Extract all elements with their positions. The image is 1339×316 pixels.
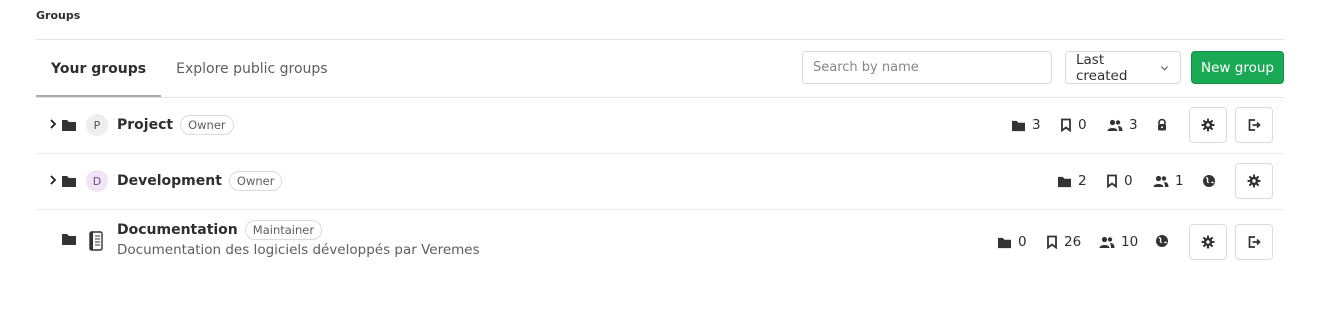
subgroups-count: 2 — [1057, 173, 1087, 189]
group-settings-button[interactable] — [1189, 224, 1227, 260]
leave-icon — [1248, 119, 1261, 131]
group-row-development[interactable]: D Development Owner 2 0 1 — [36, 154, 1284, 210]
folder-icon — [62, 234, 76, 245]
avatar[interactable]: D — [86, 170, 108, 192]
members-count: 1 — [1153, 173, 1184, 189]
folder-icon — [998, 237, 1011, 248]
leave-group-button[interactable] — [1235, 107, 1273, 143]
group-row-documentation[interactable]: Documentation Maintainer Documentation d… — [36, 210, 1284, 272]
members-count-value: 10 — [1121, 234, 1139, 250]
tab-your-groups[interactable]: Your groups — [36, 40, 162, 97]
leave-group-button[interactable] — [1235, 224, 1273, 260]
folder-icon — [62, 176, 76, 187]
bookmark-icon — [1061, 118, 1071, 132]
members-count: 3 — [1107, 117, 1138, 133]
group-title: Documentation Maintainer — [117, 220, 323, 240]
group-description: Documentation des logiciels développés p… — [117, 242, 480, 258]
group-title: Project Owner — [117, 115, 234, 135]
folder-icon — [1012, 120, 1025, 131]
bookmark-icon — [1047, 235, 1057, 249]
projects-count-value: 26 — [1064, 234, 1082, 250]
members-count-value: 1 — [1175, 173, 1184, 189]
users-icon — [1099, 236, 1115, 248]
projects-count: 26 — [1046, 234, 1081, 250]
group-row-project[interactable]: P Project Owner 3 0 3 — [36, 98, 1284, 154]
search-input[interactable] — [802, 51, 1052, 84]
lock-icon — [1158, 118, 1166, 131]
subgroups-count-value: 0 — [1018, 234, 1027, 250]
globe-icon — [1203, 175, 1215, 187]
sort-dropdown-label: Last created — [1076, 51, 1128, 84]
tab-explore-public-groups[interactable]: Explore public groups — [161, 40, 343, 97]
subgroups-count: 0 — [997, 234, 1027, 250]
group-name[interactable]: Project — [117, 117, 173, 133]
sort-dropdown[interactable]: Last created — [1065, 51, 1181, 84]
globe-icon — [1156, 235, 1168, 247]
subgroups-count-value: 3 — [1032, 117, 1041, 133]
new-group-button[interactable]: New group — [1191, 51, 1284, 84]
role-badge: Maintainer — [244, 220, 323, 240]
projects-count: 0 — [1060, 117, 1087, 133]
subgroups-count-value: 2 — [1078, 173, 1087, 189]
gear-icon — [1201, 118, 1215, 132]
members-count: 10 — [1099, 234, 1138, 250]
group-settings-button[interactable] — [1189, 107, 1227, 143]
chevron-down-icon — [1160, 65, 1169, 71]
folder-icon — [1058, 176, 1071, 187]
breadcrumb[interactable]: Groups — [36, 9, 80, 22]
projects-count: 0 — [1106, 173, 1133, 189]
group-name[interactable]: Development — [117, 173, 222, 189]
avatar[interactable]: P — [86, 114, 108, 136]
chevron-right-icon[interactable] — [48, 174, 58, 186]
users-icon — [1107, 119, 1123, 131]
group-title: Development Owner — [117, 171, 283, 191]
group-settings-button[interactable] — [1235, 163, 1273, 199]
role-badge: Owner — [228, 171, 283, 191]
subgroups-count: 3 — [1011, 117, 1041, 133]
folder-icon — [62, 120, 76, 131]
projects-count-value: 0 — [1078, 117, 1087, 133]
gear-icon — [1247, 174, 1261, 188]
bookmark-icon — [1107, 174, 1117, 188]
group-tabs: Your groups Explore public groups — [36, 40, 343, 97]
role-badge: Owner — [180, 115, 234, 135]
chevron-right-icon[interactable] — [48, 118, 58, 130]
group-name[interactable]: Documentation — [117, 222, 238, 238]
gear-icon — [1201, 235, 1215, 249]
projects-count-value: 0 — [1124, 173, 1133, 189]
leave-icon — [1248, 236, 1261, 248]
users-icon — [1153, 175, 1169, 187]
book-icon[interactable] — [88, 231, 104, 251]
members-count-value: 3 — [1129, 117, 1138, 133]
